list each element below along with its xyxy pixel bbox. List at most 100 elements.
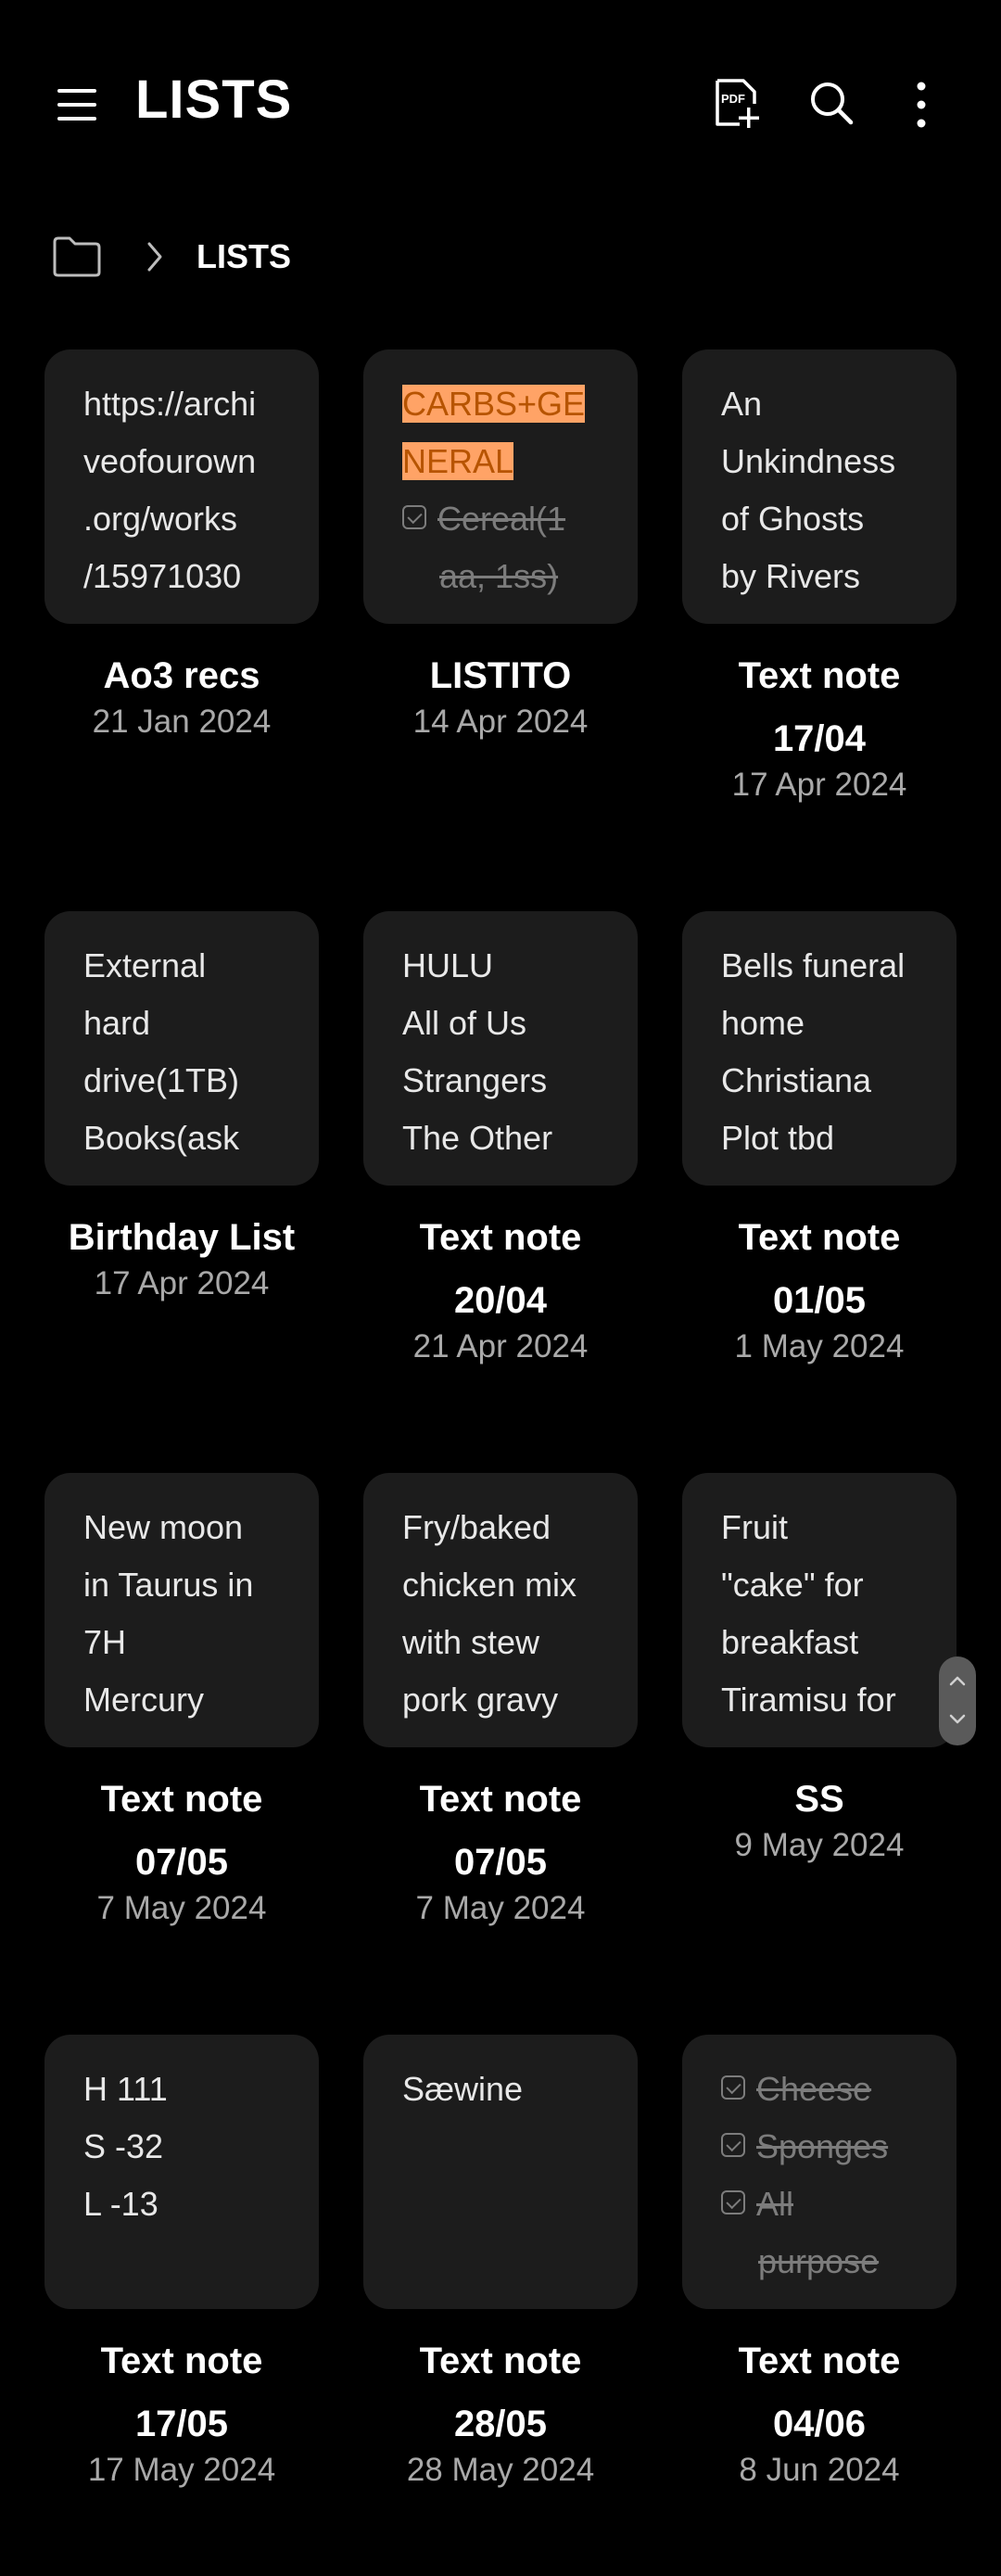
note-title-line-2: 20/04 <box>453 1280 548 1321</box>
preview-line: "cake" for <box>721 1566 864 1604</box>
note-item[interactable]: CARBS+GE NERAL Cereal(1 aa, 1ss) LISTITO… <box>363 349 638 742</box>
page-title: LISTS <box>135 70 293 130</box>
note-date: 21 Jan 2024 <box>92 704 272 740</box>
note-title: Ao3 recs <box>103 655 260 696</box>
note-title: Text note <box>100 1779 263 1820</box>
chevron-down-icon <box>949 1714 966 1724</box>
preview-line: The Other <box>402 1119 553 1157</box>
preview-line: Mercury <box>83 1681 205 1719</box>
preview-line: /15971030 <box>83 557 242 595</box>
note-item[interactable]: Bells funeral home Christiana Plot tbd T… <box>682 911 957 1367</box>
note-date: 17 Apr 2024 <box>731 767 907 803</box>
note-date: 7 May 2024 <box>96 1890 267 1926</box>
preview-line: .org/works <box>83 500 238 538</box>
note-date: 14 Apr 2024 <box>412 704 589 740</box>
app-bar: LISTS PDF <box>0 0 1001 209</box>
note-preview-card[interactable]: https://archi veofourown .org/works /159… <box>44 349 319 624</box>
note-item[interactable]: HULU All of Us Strangers The Other Text … <box>363 911 638 1367</box>
checklist-item-checked: Cheese <box>721 2061 923 2118</box>
note-date: 9 May 2024 <box>734 1827 905 1863</box>
note-title: Text note <box>419 2341 582 2381</box>
preview-line: New moon <box>83 1508 244 1546</box>
note-preview-card[interactable]: Bells funeral home Christiana Plot tbd <box>682 911 957 1186</box>
folder-icon[interactable] <box>52 235 102 278</box>
checklist-item-checked: Cereal(1 <box>402 490 604 548</box>
note-title: SS <box>794 1779 844 1820</box>
note-preview-card[interactable]: Cheese Sponges All purpose <box>682 2035 957 2309</box>
menu-icon[interactable] <box>56 82 100 127</box>
note-title-line-2: 17/04 <box>772 718 867 759</box>
note-item[interactable]: Sæwine Text note 28/05 28 May 2024 <box>363 2035 638 2491</box>
note-preview-card[interactable]: Sæwine <box>363 2035 638 2309</box>
note-title: Text note <box>738 655 901 696</box>
breadcrumb-current[interactable]: LISTS <box>196 237 291 276</box>
checklist-item-checked: All <box>721 2176 923 2233</box>
preview-line: All of Us <box>402 1004 527 1042</box>
preview-line: Sæwine <box>402 2070 524 2108</box>
preview-line: by Rivers <box>721 557 861 595</box>
note-item[interactable]: New moon in Taurus in 7H Mercury Text no… <box>44 1473 319 1929</box>
preview-line: https://archi <box>83 385 257 423</box>
note-date: 21 Apr 2024 <box>412 1328 589 1364</box>
checkbox-checked-icon <box>721 2075 745 2100</box>
highlighted-heading-line: NERAL <box>402 442 514 480</box>
preview-line: of Ghosts <box>721 500 865 538</box>
note-preview-card[interactable]: CARBS+GE NERAL Cereal(1 aa, 1ss) <box>363 349 638 624</box>
note-item[interactable]: Fruit "cake" for breakfast Tiramisu for … <box>682 1473 957 1866</box>
preview-line: Fry/baked <box>402 1508 551 1546</box>
preview-line: Bells funeral <box>721 946 906 984</box>
note-date: 1 May 2024 <box>734 1328 905 1364</box>
note-date: 28 May 2024 <box>406 2452 595 2488</box>
preview-line: pork gravy <box>402 1681 559 1719</box>
note-item[interactable]: Fry/baked chicken mix with stew pork gra… <box>363 1473 638 1929</box>
pdf-add-icon[interactable]: PDF <box>712 78 760 130</box>
note-title: Text note <box>419 1217 582 1258</box>
checkbox-checked-icon <box>721 2133 745 2158</box>
note-preview-card[interactable]: An Unkindness of Ghosts by Rivers <box>682 349 957 624</box>
preview-line: H 111 <box>83 2070 168 2108</box>
note-preview-card[interactable]: New moon in Taurus in 7H Mercury <box>44 1473 319 1747</box>
preview-line: L -13 <box>83 2185 158 2223</box>
more-vertical-icon[interactable] <box>908 80 934 130</box>
note-item[interactable]: Cheese Sponges All purpose Text note 04/… <box>682 2035 957 2491</box>
checkbox-checked-icon <box>721 2190 745 2215</box>
note-title-line-2: 01/05 <box>772 1280 867 1321</box>
note-title: Text note <box>100 2341 263 2381</box>
note-item[interactable]: External hard drive(1TB) Books(ask Birth… <box>44 911 319 1304</box>
note-title: Text note <box>738 2341 901 2381</box>
svg-text:PDF: PDF <box>721 92 745 106</box>
note-title-line-2: 07/05 <box>134 1842 229 1883</box>
preview-line: veofourown <box>83 442 257 480</box>
note-date: 7 May 2024 <box>415 1890 586 1926</box>
note-preview-card[interactable]: External hard drive(1TB) Books(ask <box>44 911 319 1186</box>
note-title-line-2: 17/05 <box>134 2404 229 2444</box>
checklist-item-continued: purpose <box>758 2242 880 2280</box>
note-preview-card[interactable]: HULU All of Us Strangers The Other <box>363 911 638 1186</box>
note-preview-card[interactable]: Fruit "cake" for breakfast Tiramisu for <box>682 1473 957 1747</box>
search-icon[interactable] <box>808 80 855 126</box>
preview-line: Unkindness <box>721 442 896 480</box>
note-date: 8 Jun 2024 <box>739 2452 900 2488</box>
note-date: 17 May 2024 <box>87 2452 276 2488</box>
fast-scroll-handle[interactable] <box>939 1656 976 1745</box>
note-item[interactable]: H 111 S -32 L -13 Text note 17/05 17 May… <box>44 2035 319 2491</box>
note-date: 17 Apr 2024 <box>94 1265 270 1301</box>
note-item[interactable]: An Unkindness of Ghosts by Rivers Text n… <box>682 349 957 806</box>
preview-line: HULU <box>402 946 494 984</box>
preview-line: Books(ask <box>83 1119 240 1157</box>
note-title: LISTITO <box>429 655 572 696</box>
note-item[interactable]: https://archi veofourown .org/works /159… <box>44 349 319 742</box>
preview-line: home <box>721 1004 805 1042</box>
preview-line: breakfast <box>721 1623 859 1661</box>
chevron-up-icon <box>949 1676 966 1686</box>
note-preview-card[interactable]: Fry/baked chicken mix with stew pork gra… <box>363 1473 638 1747</box>
highlighted-heading-line: CARBS+GE <box>402 385 586 423</box>
note-title: Text note <box>738 1217 901 1258</box>
checklist-item-checked: Sponges <box>721 2118 923 2176</box>
preview-line: chicken mix <box>402 1566 577 1604</box>
preview-line: hard <box>83 1004 151 1042</box>
note-preview-card[interactable]: H 111 S -32 L -13 <box>44 2035 319 2309</box>
preview-line: 7H <box>83 1623 127 1661</box>
preview-line: Plot tbd <box>721 1119 835 1157</box>
checkbox-checked-icon <box>402 505 426 530</box>
